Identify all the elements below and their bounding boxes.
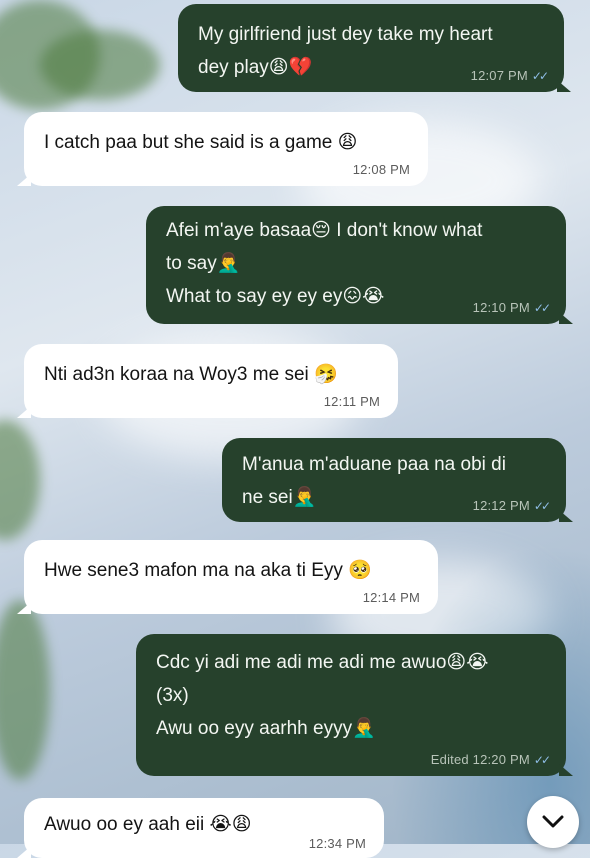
message-time: 12:07 PM xyxy=(470,68,528,83)
message-time: 12:08 PM xyxy=(352,162,410,177)
message-text-line: Cdc yi adi me adi me adi me awuo😩😭 xyxy=(156,652,489,673)
message-time: 12:10 PM xyxy=(472,300,530,315)
message-meta: 12:12 PM ✓✓ xyxy=(472,498,551,514)
message-text-line: Afei m'aye basaa😔 I don't know what xyxy=(166,220,483,241)
message-text-line: (3x) xyxy=(156,685,189,706)
message-meta: 12:07 PM ✓✓ xyxy=(470,68,549,84)
message-time: 12:11 PM xyxy=(323,394,380,409)
message-meta: 12:34 PM xyxy=(309,836,366,852)
message-text-line: Nti ad3n koraa na Woy3 me sei 🤧 xyxy=(44,364,338,385)
read-receipt-icon: ✓✓ xyxy=(533,753,551,767)
chevron-down-icon xyxy=(542,815,564,828)
message-bubble-incoming[interactable]: I catch paa but she said is a game 😩 12:… xyxy=(17,112,428,186)
message-text-line: I catch paa but she said is a game 😩 xyxy=(44,132,358,153)
edited-label: Edited xyxy=(430,752,469,767)
message-bubble-outgoing[interactable]: M'anua m'aduane paa na obi di ne sei🤦‍♂️… xyxy=(222,438,573,522)
message-bubble-incoming[interactable]: Awuo oo ey aah eii 😭😩 12:34 PM xyxy=(17,798,384,858)
read-receipt-icon: ✓✓ xyxy=(533,301,551,315)
message-bubble-incoming[interactable]: Nti ad3n koraa na Woy3 me sei 🤧 12:11 PM xyxy=(17,344,398,418)
message-meta: Edited 12:20 PM ✓✓ xyxy=(430,752,551,768)
message-time: 12:20 PM xyxy=(472,752,530,767)
message-meta: 12:14 PM xyxy=(363,590,420,606)
message-text-line: My girlfriend just dey take my heart xyxy=(198,24,493,45)
message-meta: 12:10 PM ✓✓ xyxy=(472,300,551,316)
message-text-line: Hwe sene3 mafon ma na aka ti Eyy 🥺 xyxy=(44,560,372,581)
message-bubble-outgoing[interactable]: My girlfriend just dey take my heart dey… xyxy=(178,4,571,92)
message-time: 12:14 PM xyxy=(362,590,420,605)
scroll-to-bottom-button[interactable] xyxy=(527,796,579,848)
message-bubble-outgoing[interactable]: Cdc yi adi me adi me adi me awuo😩😭 (3x) … xyxy=(136,634,573,776)
message-bubble-outgoing[interactable]: Afei m'aye basaa😔 I don't know what to s… xyxy=(146,206,573,324)
message-meta: 12:08 PM xyxy=(353,162,410,178)
message-text-line: Awu oo eyy aarhh eyyy🤦‍♂️ xyxy=(156,718,376,739)
read-receipt-icon: ✓✓ xyxy=(533,499,551,513)
message-text-line: to say🤦‍♂️ xyxy=(166,253,241,274)
message-time: 12:12 PM xyxy=(472,498,530,513)
message-text-line: M'anua m'aduane paa na obi di xyxy=(242,454,506,475)
message-meta: 12:11 PM xyxy=(324,394,380,410)
message-bubble-incoming[interactable]: Hwe sene3 mafon ma na aka ti Eyy 🥺 12:14… xyxy=(17,540,438,614)
read-receipt-icon: ✓✓ xyxy=(531,69,549,83)
